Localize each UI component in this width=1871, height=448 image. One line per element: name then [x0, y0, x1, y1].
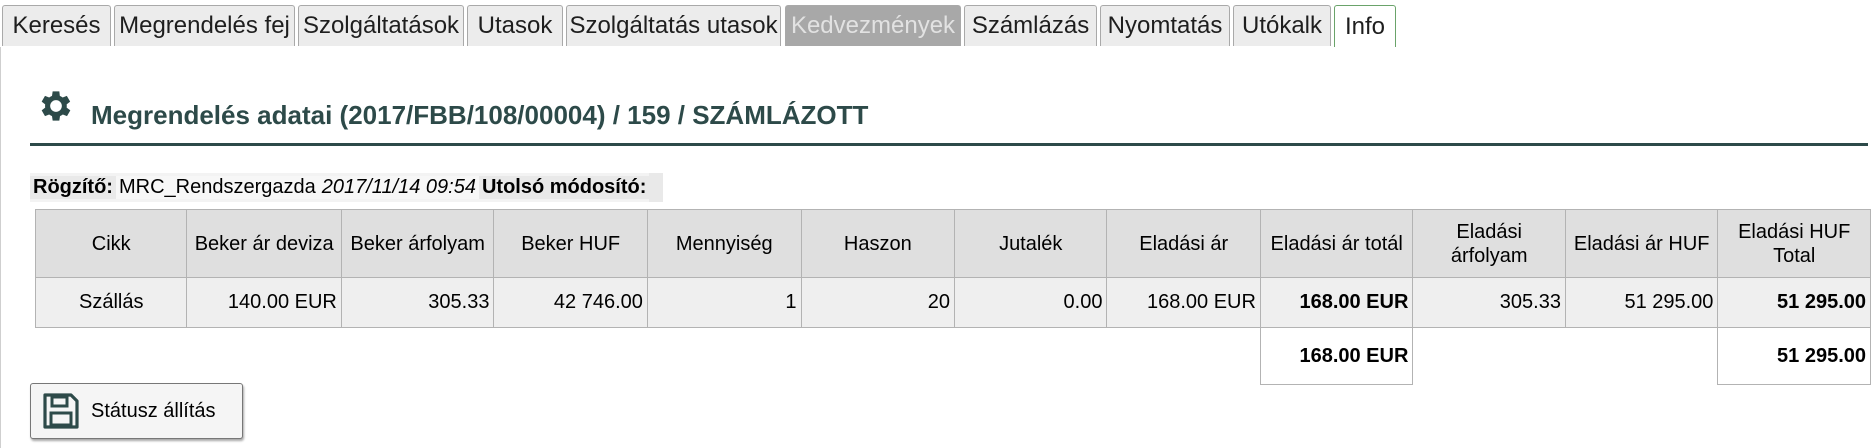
cell-beker-huf: 42 746.00	[493, 277, 648, 328]
column-header: Eladási ár HUF	[1564, 209, 1719, 278]
cell-eladasi-huf-total: 51 295.00	[1717, 277, 1871, 328]
column-header: Haszon	[800, 209, 956, 278]
cell-haszon: 20	[800, 277, 956, 328]
totals-spacer	[1412, 327, 1718, 385]
column-header: Beker ár deviza	[186, 209, 342, 278]
total-eladasi-huf-total: 51 295.00	[1717, 327, 1871, 385]
cell-eladasi-ar: 168.00 EUR	[1106, 277, 1261, 328]
cell-eladasi-arfolyam: 305.33	[1412, 277, 1566, 328]
order-items-table: Cikk Beker ár deviza Beker árfolyam Beke…	[34, 209, 1871, 385]
recorded-at: 2017/11/14 09:54	[318, 176, 479, 199]
column-header: Jutalék	[954, 209, 1108, 278]
recorder-label: Rögzítő:	[30, 176, 116, 199]
last-modifier-label: Utolsó módosító:	[478, 176, 650, 199]
recorder-value: MRC_Rendszergazda	[115, 176, 319, 199]
gear-icon	[41, 91, 71, 121]
cell-eladasi-ar-total: 168.00 EUR	[1259, 277, 1414, 328]
tab-info[interactable]: Info	[1334, 5, 1396, 47]
column-header: Mennyiség	[646, 209, 802, 278]
tab-kedvezmenyek: Kedvezmények	[785, 5, 961, 46]
totals-row: 168.00 EUR 51 295.00	[35, 327, 1871, 385]
table-header-row: Cikk Beker ár deviza Beker árfolyam Beke…	[34, 209, 1871, 278]
record-info: Rögzítő: MRC_Rendszergazda 2017/11/14 09…	[30, 173, 664, 202]
column-header: Eladási ár totál	[1259, 209, 1414, 278]
column-header: Eladási ár	[1106, 209, 1261, 278]
total-eladasi-ar-total: 168.00 EUR	[1259, 327, 1414, 385]
page-title: Megrendelés adatai (2017/FBB/108/00004) …	[91, 100, 869, 130]
column-header: Cikk	[34, 209, 188, 278]
cell-jutalek: 0.00	[954, 277, 1108, 328]
save-icon	[43, 393, 79, 429]
tab-utokalk[interactable]: Utókalk	[1233, 5, 1331, 46]
cell-cikk: Szállás	[34, 277, 188, 328]
column-header: Beker HUF	[493, 209, 648, 278]
tab-megrendeles-fej[interactable]: Megrendelés fej	[114, 5, 295, 46]
cell-beker-ar-deviza: 140.00 EUR	[186, 277, 342, 328]
column-header: Beker árfolyam	[340, 209, 495, 278]
totals-spacer	[35, 327, 1261, 385]
table-row: Szállás 140.00 EUR 305.33 42 746.00 1 20…	[34, 277, 1871, 328]
status-set-label: Státusz állítás	[91, 399, 216, 422]
tab-szolgaltatas-utasok[interactable]: Szolgáltatás utasok	[566, 5, 781, 46]
tab-szamlazas[interactable]: Számlázás	[964, 5, 1097, 46]
cell-beker-arfolyam: 305.33	[340, 277, 495, 328]
cell-eladasi-ar-huf: 51 295.00	[1564, 277, 1719, 328]
tab-utasok[interactable]: Utasok	[467, 5, 563, 46]
tab-nyomtatas[interactable]: Nyomtatás	[1100, 5, 1230, 46]
tab-szolgaltatasok[interactable]: Szolgáltatások	[298, 5, 464, 46]
last-modifier-value	[649, 173, 664, 202]
title-divider	[30, 143, 1868, 146]
tab-kereses[interactable]: Keresés	[2, 5, 111, 46]
tab-bar: Keresés Megrendelés fej Szolgáltatások U…	[0, 0, 1871, 48]
column-header: Eladási HUF Total	[1717, 209, 1871, 278]
column-header: Eladási árfolyam	[1412, 209, 1566, 278]
status-set-button[interactable]: Státusz állítás	[30, 383, 243, 439]
cell-mennyiseg: 1	[646, 277, 802, 328]
